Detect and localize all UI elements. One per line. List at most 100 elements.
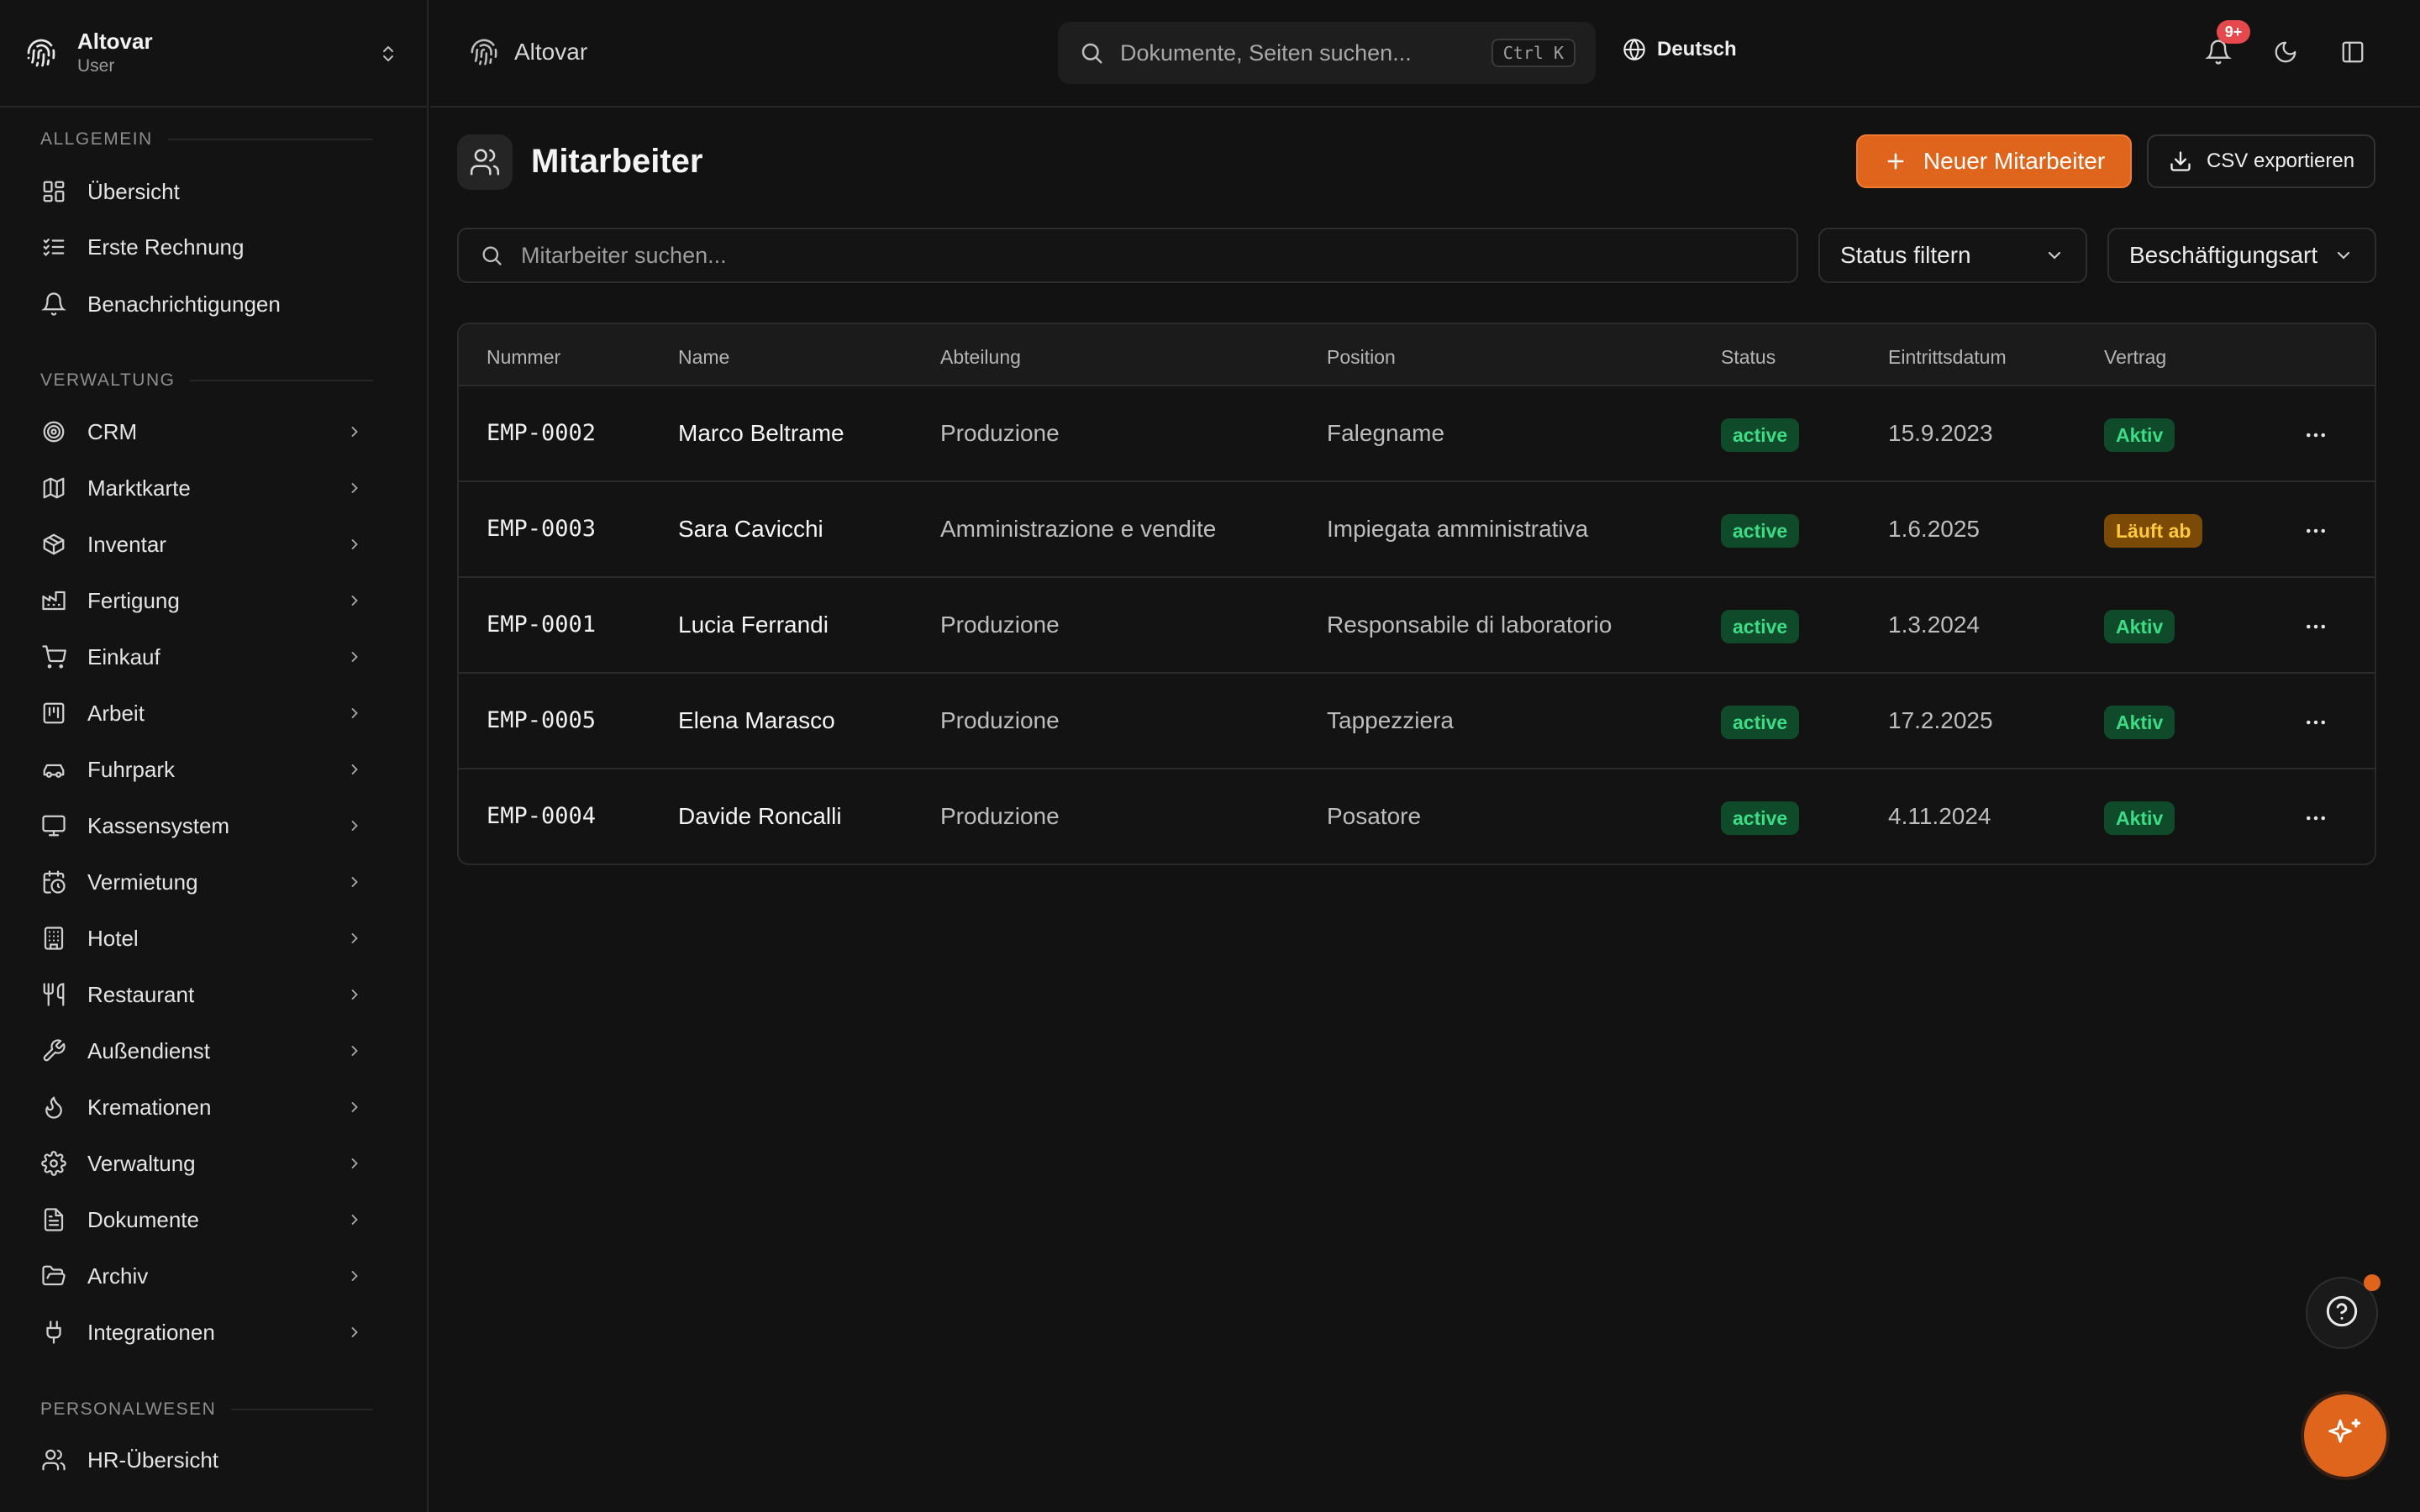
sidebar-item-uebersicht[interactable]: Übersicht <box>24 167 381 216</box>
export-csv-label: CSV exportieren <box>2206 150 2355 172</box>
global-search-input[interactable]: Dokumente, Seiten suchen... Ctrl K <box>1058 22 1596 84</box>
sidebar-item-label: Integrationen <box>87 1319 215 1345</box>
workspace-role: User <box>77 56 115 76</box>
sidebar-item-label: Kremationen <box>87 1094 212 1120</box>
employment-type-select[interactable]: Beschäftigungsart <box>2107 228 2376 283</box>
gear-icon <box>40 1150 67 1177</box>
sidebar-item-verwaltung[interactable]: Verwaltung <box>24 1139 381 1188</box>
sidebar-item-fuhrpark[interactable]: Fuhrpark <box>24 745 381 794</box>
sidebar-item-label: Dokumente <box>87 1206 199 1232</box>
employee-department: Amministrazione e vendite <box>940 516 1217 542</box>
sidebar: Altovar User ALLGEMEIN Übersicht Erste R… <box>0 0 429 1512</box>
sidebar-item-label: CRM <box>87 418 138 444</box>
column-header-contract[interactable]: Vertrag <box>2104 346 2166 369</box>
contract-badge: Aktiv <box>2104 801 2175 835</box>
theme-toggle-button[interactable] <box>2269 37 2302 71</box>
sidebar-item-label: Vermietung <box>87 869 198 895</box>
contract-badge: Läuft ab <box>2104 514 2203 548</box>
sidebar-item-crm[interactable]: CRM <box>24 407 381 456</box>
package-icon <box>40 531 67 558</box>
section-hr-title: PERSONALWESEN <box>40 1399 217 1419</box>
employee-search-input[interactable]: Mitarbeiter suchen... <box>457 228 1798 283</box>
contract-badge: Aktiv <box>2104 418 2175 452</box>
table-row[interactable]: EMP-0003 Sara Cavicchi Amministrazione e… <box>459 482 2375 578</box>
contract-badge: Aktiv <box>2104 610 2175 643</box>
sidebar-item-hotel[interactable]: Hotel <box>24 914 381 963</box>
dashboard-icon <box>40 178 67 205</box>
more-horizontal-icon[interactable] <box>2301 516 2331 546</box>
list-check-icon <box>40 234 67 260</box>
employee-department: Produzione <box>940 707 1060 733</box>
chevrons-up-down-icon[interactable] <box>375 40 402 67</box>
column-header-status[interactable]: Status <box>1721 346 1776 369</box>
sidebar-item-restaurant[interactable]: Restaurant <box>24 970 381 1019</box>
contract-badge: Aktiv <box>2104 706 2175 739</box>
employee-start-date: 15.9.2023 <box>1888 420 1993 446</box>
more-horizontal-icon[interactable] <box>2301 803 2331 833</box>
sidebar-item-fertigung[interactable]: Fertigung <box>24 576 381 625</box>
employee-name[interactable]: Elena Marasco <box>678 707 835 734</box>
sidebar-item-integrationen[interactable]: Integrationen <box>24 1308 381 1357</box>
more-horizontal-icon[interactable] <box>2301 612 2331 642</box>
sidebar-item-hr-uebersicht[interactable]: HR-Übersicht <box>24 1436 381 1484</box>
employee-name[interactable]: Sara Cavicchi <box>678 516 823 543</box>
employee-start-date: 1.6.2025 <box>1888 516 1980 542</box>
sidebar-item-vermietung[interactable]: Vermietung <box>24 858 381 906</box>
new-employee-button[interactable]: Neuer Mitarbeiter <box>1856 134 2132 188</box>
table-row[interactable]: EMP-0005 Elena Marasco Produzione Tappez… <box>459 674 2375 769</box>
employee-name[interactable]: Lucia Ferrandi <box>678 612 829 638</box>
sidebar-item-kremationen[interactable]: Kremationen <box>24 1083 381 1131</box>
sidebar-item-kassensystem[interactable]: Kassensystem <box>24 801 381 850</box>
kanban-icon <box>40 700 67 727</box>
employee-number: EMP-0001 <box>487 612 597 638</box>
table-row[interactable]: EMP-0004 Davide Roncalli Produzione Posa… <box>459 769 2375 864</box>
breadcrumb[interactable]: Altovar <box>469 37 587 67</box>
sidebar-item-label: Marktkarte <box>87 475 191 501</box>
chevron-right-icon <box>345 928 365 948</box>
column-header-name[interactable]: Name <box>678 346 729 369</box>
sidebar-item-label: Hotel <box>87 925 139 951</box>
employee-department: Produzione <box>940 612 1060 638</box>
export-csv-button[interactable]: CSV exportieren <box>2147 134 2375 188</box>
more-horizontal-icon[interactable] <box>2301 707 2331 738</box>
sidebar-item-label: Inventar <box>87 531 166 557</box>
language-label: Deutsch <box>1657 38 1737 60</box>
sidebar-item-einkauf[interactable]: Einkauf <box>24 633 381 681</box>
employee-position: Posatore <box>1327 803 1422 829</box>
sidebar-item-inventar[interactable]: Inventar <box>24 520 381 569</box>
sidebar-item-benachrichtigungen[interactable]: Benachrichtigungen <box>24 280 381 328</box>
employee-name[interactable]: Marco Beltrame <box>678 420 844 447</box>
sidebar-item-label: Kassensystem <box>87 812 230 838</box>
column-header-start-date[interactable]: Eintrittsdatum <box>1888 346 2007 369</box>
employee-department: Produzione <box>940 420 1060 446</box>
sidebar-item-erste-rechnung[interactable]: Erste Rechnung <box>24 223 381 271</box>
ai-assistant-button[interactable] <box>2304 1394 2386 1477</box>
new-employee-label: Neuer Mitarbeiter <box>1923 148 2106 174</box>
employee-search-placeholder: Mitarbeiter suchen... <box>521 242 727 268</box>
column-header-position[interactable]: Position <box>1327 346 1396 369</box>
employee-start-date: 1.3.2024 <box>1888 612 1980 638</box>
status-filter-select[interactable]: Status filtern <box>1818 228 2087 283</box>
more-horizontal-icon[interactable] <box>2301 420 2331 450</box>
sidebar-item-archiv[interactable]: Archiv <box>24 1252 381 1300</box>
chevron-right-icon <box>345 703 365 723</box>
employee-name[interactable]: Davide Roncalli <box>678 803 842 830</box>
sidebar-item-marktkarte[interactable]: Marktkarte <box>24 464 381 512</box>
workspace-switcher[interactable]: Altovar User <box>0 0 427 108</box>
column-header-number[interactable]: Nummer <box>487 346 560 369</box>
table-row[interactable]: EMP-0001 Lucia Ferrandi Produzione Respo… <box>459 578 2375 674</box>
sidebar-item-aussendienst[interactable]: Außendienst <box>24 1026 381 1075</box>
help-indicator-dot <box>2364 1274 2381 1291</box>
language-switcher[interactable]: Deutsch <box>1622 37 1737 62</box>
table-header: Nummer Name Abteilung Position Status Ei… <box>459 324 2375 386</box>
factory-icon <box>40 587 67 614</box>
sidebar-item-arbeit[interactable]: Arbeit <box>24 689 381 738</box>
chevron-right-icon <box>345 478 365 498</box>
employee-start-date: 4.11.2024 <box>1888 803 1991 829</box>
table-row[interactable]: EMP-0002 Marco Beltrame Produzione Faleg… <box>459 386 2375 482</box>
app-root: Altovar User ALLGEMEIN Übersicht Erste R… <box>0 0 2420 1512</box>
sidebar-item-dokumente[interactable]: Dokumente <box>24 1195 381 1244</box>
sidebar-toggle-button[interactable] <box>2336 37 2370 71</box>
column-header-department[interactable]: Abteilung <box>940 346 1021 369</box>
sidebar-item-label: Arbeit <box>87 700 145 726</box>
